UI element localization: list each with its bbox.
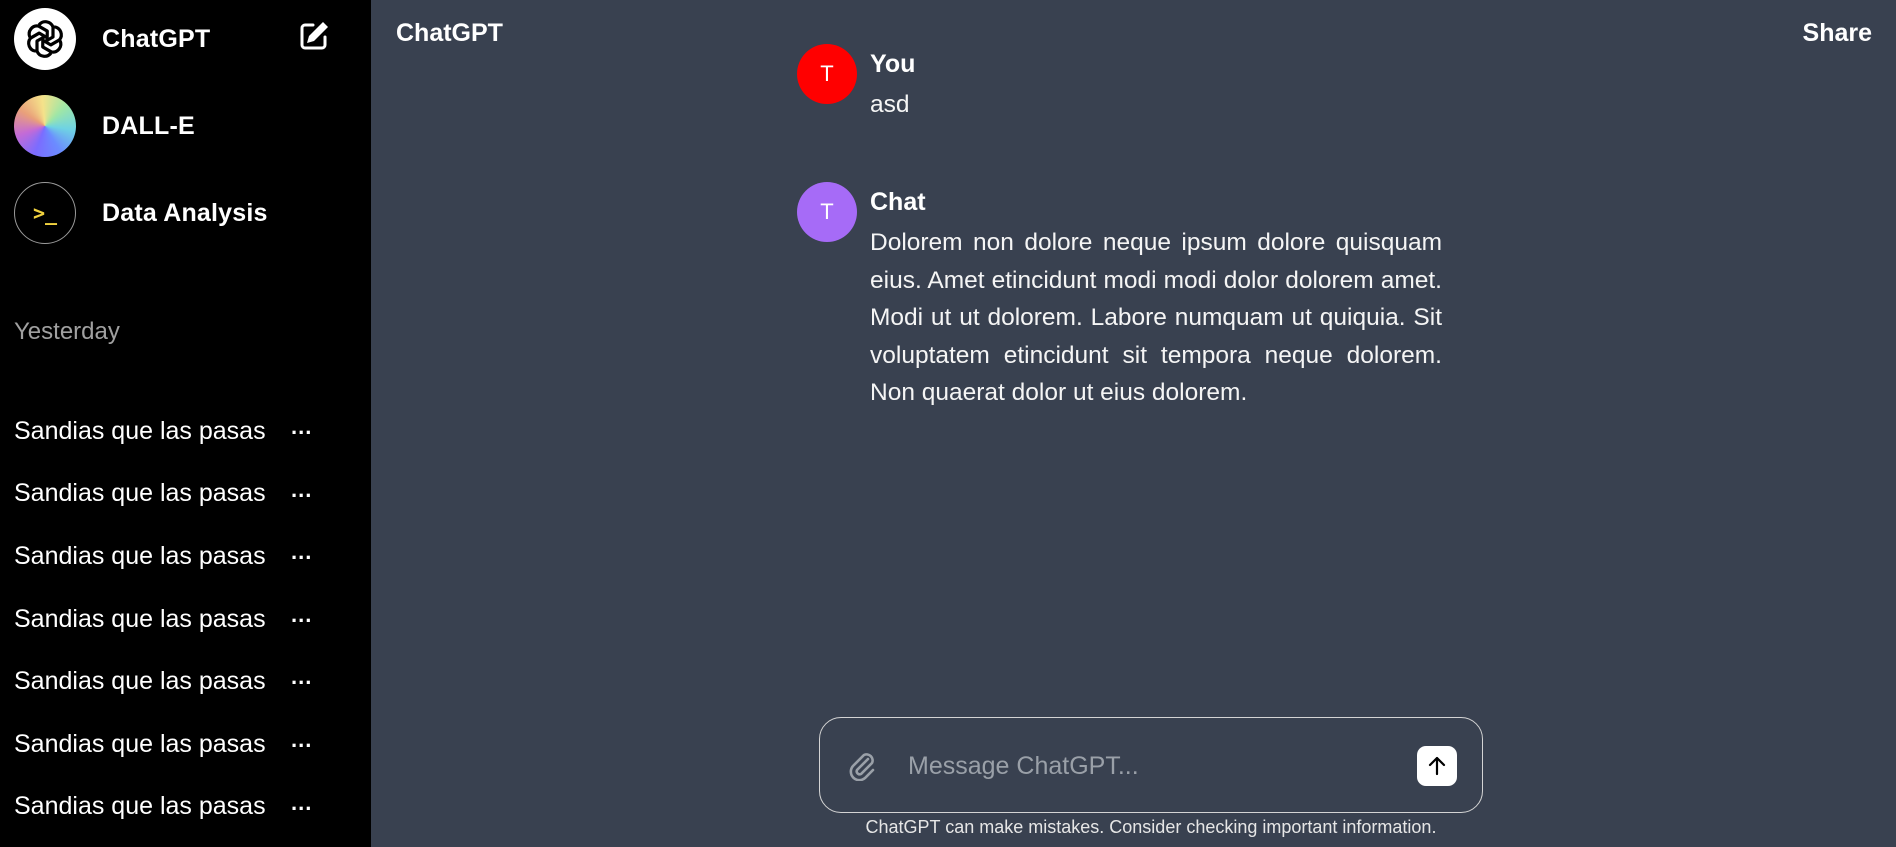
more-options-button[interactable]: ...	[291, 664, 312, 690]
gpt-label: ChatGPT	[102, 24, 211, 53]
message-text: Dolorem non dolore neque ipsum dolore qu…	[870, 229, 1442, 407]
message-input[interactable]	[908, 748, 1388, 784]
history-item-label: Sandias que las pasas	[14, 792, 266, 821]
message-text: asd	[870, 91, 910, 118]
more-options-button[interactable]: ...	[291, 727, 312, 753]
history-item[interactable]: Sandias que las pasas ...	[14, 713, 314, 776]
sidebar-item-dalle[interactable]: DALL-E	[14, 95, 195, 157]
main-panel: ChatGPT Share T You asd T Chat Dolorem n…	[371, 0, 1896, 847]
message-author: You	[870, 50, 916, 78]
history-section-label: Yesterday	[14, 318, 120, 345]
gpt-label: Data Analysis	[102, 198, 268, 227]
terminal-glyph: >_	[32, 201, 58, 225]
message-composer	[819, 717, 1483, 813]
more-options-button[interactable]: ...	[291, 477, 312, 503]
history-item-label: Sandias que las pasas	[14, 729, 266, 758]
history-item[interactable]: Sandias que las pasas ...	[14, 588, 314, 651]
chat-history-list: Sandias que las pasas ... Sandias que la…	[14, 400, 314, 838]
avatar: T	[797, 182, 857, 242]
history-item-label: Sandias que las pasas	[14, 604, 266, 633]
history-item-label: Sandias que las pasas	[14, 416, 266, 445]
more-options-button[interactable]: ...	[291, 790, 312, 816]
sidebar: ChatGPT DALL-E >_ Data Analysis Yesterda…	[0, 0, 371, 847]
send-button[interactable]	[1417, 746, 1457, 786]
history-item[interactable]: Sandias que las pasas ...	[14, 400, 314, 463]
share-button[interactable]: Share	[1803, 19, 1872, 48]
history-item-label: Sandias que las pasas	[14, 541, 266, 570]
message-author: Chat	[870, 188, 926, 216]
more-options-button[interactable]: ...	[291, 602, 312, 628]
history-item[interactable]: Sandias que las pasas ...	[14, 776, 314, 839]
history-item-label: Sandias que las pasas	[14, 667, 266, 696]
new-chat-icon[interactable]	[296, 18, 332, 54]
sidebar-item-data-analysis[interactable]: >_ Data Analysis	[14, 182, 268, 244]
openai-logo-icon	[14, 8, 76, 70]
arrow-up-icon	[1428, 756, 1446, 776]
dalle-icon	[14, 95, 76, 157]
gpt-label: DALL-E	[102, 111, 195, 140]
history-item[interactable]: Sandias que las pasas ...	[14, 650, 314, 713]
avatar: T	[797, 44, 857, 104]
more-options-button[interactable]: ...	[291, 414, 312, 440]
history-item[interactable]: Sandias que las pasas ...	[14, 463, 314, 526]
terminal-icon: >_	[14, 182, 76, 244]
disclaimer-text: ChatGPT can make mistakes. Consider chec…	[865, 817, 1437, 837]
paperclip-icon[interactable]	[848, 751, 876, 782]
model-title[interactable]: ChatGPT	[396, 19, 503, 48]
history-item-label: Sandias que las pasas	[14, 479, 266, 508]
history-item[interactable]: Sandias que las pasas ...	[14, 525, 314, 588]
sidebar-item-chatgpt[interactable]: ChatGPT	[14, 8, 210, 70]
more-options-button[interactable]: ...	[291, 539, 312, 565]
